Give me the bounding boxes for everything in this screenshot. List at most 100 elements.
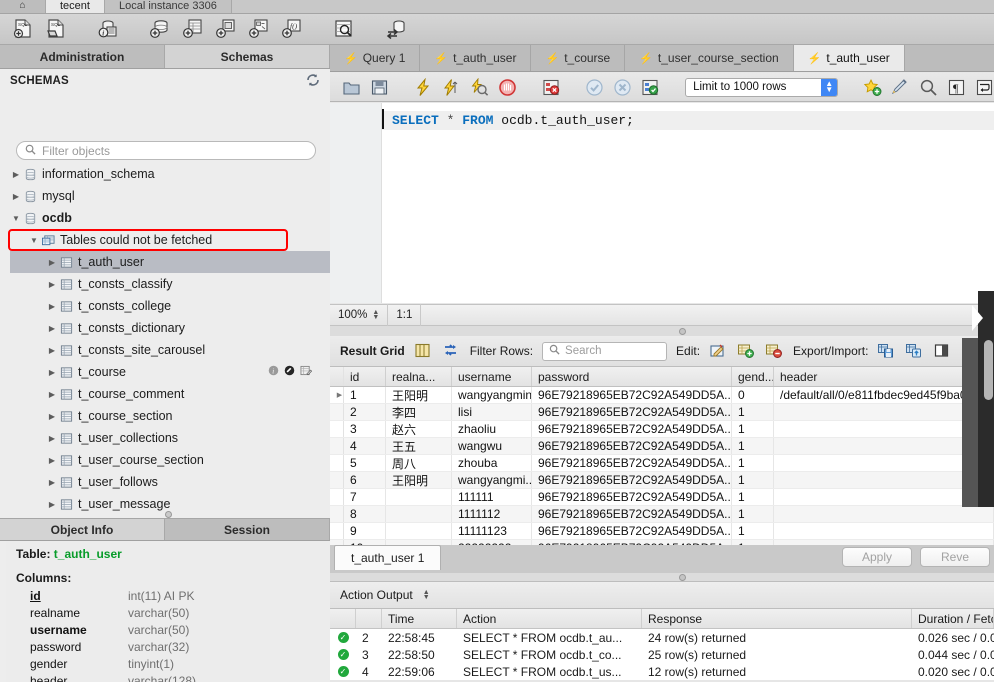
cell-password[interactable]: 96E79218965EB72C92A549DD5A... <box>532 472 732 488</box>
explain-icon[interactable] <box>470 77 489 97</box>
create-schema-icon[interactable] <box>149 18 171 40</box>
cell-password[interactable]: 96E79218965EB72C92A549DD5A... <box>532 489 732 505</box>
action-output-row[interactable]: ✓ 3 22:58:50 SELECT * FROM ocdb.t_co... 25 r… <box>330 646 994 663</box>
zoom-ratio[interactable]: 1:1 <box>388 304 422 326</box>
tab-object-info[interactable]: Object Info <box>0 519 165 540</box>
cell-realname[interactable]: 周八 <box>386 455 452 471</box>
connection-tab-local-instance[interactable]: Local instance 3306 <box>104 0 232 13</box>
tree-item-t-course[interactable]: ▶ t_course i <box>10 361 330 383</box>
schema-tree[interactable]: ▶ information_schema ▶ mysql ▼ ocdb ▼ Tables co… <box>10 163 330 511</box>
cell-realname[interactable]: 王阳明 <box>386 387 452 403</box>
create-procedure-icon[interactable] <box>248 18 270 40</box>
chevron-right-icon[interactable]: ▶ <box>46 434 58 443</box>
grid-view-icon[interactable] <box>414 342 433 361</box>
table-row[interactable]: 4 王五 wangwu 96E79218965EB72C92A549DD5A... 1 <box>330 438 994 455</box>
cell-realname[interactable] <box>386 523 452 539</box>
cell-id[interactable]: 5 <box>344 455 386 471</box>
cell-realname[interactable] <box>386 489 452 505</box>
cell-gender[interactable]: 0 <box>732 387 774 403</box>
cell-password[interactable]: 96E79218965EB72C92A549DD5A... <box>532 506 732 522</box>
connection-tab-tecent[interactable]: tecent <box>46 0 105 13</box>
cell-header[interactable] <box>774 472 994 488</box>
result-grid-scrollbar[interactable] <box>984 340 993 400</box>
tree-item-t-user-course-section[interactable]: ▶ t_user_course_section <box>10 449 330 471</box>
tree-item-t-consts-college[interactable]: ▶ t_consts_college <box>10 295 330 317</box>
tab-schemas[interactable]: Schemas <box>165 45 330 68</box>
execute-current-icon[interactable] <box>442 78 461 97</box>
refresh-icon[interactable] <box>306 73 320 90</box>
tree-item-t-course-comment[interactable]: ▶ t_course_comment <box>10 383 330 405</box>
cell-password[interactable]: 96E79218965EB72C92A549DD5A... <box>532 523 732 539</box>
cell-realname[interactable] <box>386 506 452 522</box>
revert-button[interactable]: Reve <box>920 547 990 567</box>
splitter-handle[interactable] <box>679 328 686 335</box>
apply-button[interactable]: Apply <box>842 547 912 567</box>
toggle-stop-on-error-icon[interactable] <box>542 78 561 97</box>
table-row[interactable]: ▶ 1 王阳明 wangyangming 96E79218965EB72C92A549D… <box>330 387 994 404</box>
cell-id[interactable]: 4 <box>344 438 386 454</box>
cell-header[interactable] <box>774 455 994 471</box>
table-row[interactable]: 9 11111123 96E79218965EB72C92A549DD5A... 1 <box>330 523 994 540</box>
chevron-right-icon[interactable]: ▶ <box>10 170 22 179</box>
tree-item-t-consts-site-carousel[interactable]: ▶ t_consts_site_carousel <box>10 339 330 361</box>
chevron-right-icon[interactable]: ▶ <box>46 456 58 465</box>
search-data-icon[interactable] <box>333 18 355 40</box>
toggle-panel-icon[interactable] <box>933 342 952 361</box>
column-header-username[interactable]: username <box>452 367 532 386</box>
cell-id[interactable]: 9 <box>344 523 386 539</box>
commit-icon[interactable] <box>585 78 604 97</box>
chevron-right-icon[interactable]: ▶ <box>46 390 58 399</box>
tree-item-ocdb[interactable]: ▼ ocdb <box>10 207 330 229</box>
cell-username[interactable]: 1111112 <box>452 506 532 522</box>
tree-item-t-consts-dictionary[interactable]: ▶ t_consts_dictionary <box>10 317 330 339</box>
cell-password[interactable]: 96E79218965EB72C92A549DD5A... <box>532 404 732 420</box>
find-icon[interactable] <box>919 78 938 97</box>
query-tab-t-user-course-section[interactable]: ⚡ t_user_course_section <box>625 45 794 71</box>
home-tab[interactable]: ⌂ <box>0 0 46 13</box>
cell-username[interactable]: 111111 <box>452 489 532 505</box>
table-row[interactable]: 5 周八 zhouba 96E79218965EB72C92A549DD5A... 1 <box>330 455 994 472</box>
new-sql-tab-icon[interactable]: SQL <box>12 18 34 40</box>
chevron-right-icon[interactable]: ▶ <box>46 346 58 355</box>
cell-username[interactable]: wangyangming <box>452 387 532 403</box>
cell-header[interactable] <box>774 404 994 420</box>
cell-password[interactable]: 96E79218965EB72C92A549DD5A... <box>532 421 732 437</box>
chevron-right-icon[interactable]: ▶ <box>46 478 58 487</box>
tree-item-t-user-follows[interactable]: ▶ t_user_follows <box>10 471 330 493</box>
tree-item-information-schema[interactable]: ▶ information_schema <box>10 163 330 185</box>
cell-username[interactable]: zhouba <box>452 455 532 471</box>
cell-gender[interactable]: 1 <box>732 455 774 471</box>
tree-item-t-consts-classify[interactable]: ▶ t_consts_classify <box>10 273 330 295</box>
sidebar-splitter-handle[interactable] <box>165 511 172 518</box>
table-edit-icon[interactable] <box>300 365 313 379</box>
delete-row-icon[interactable] <box>765 342 784 361</box>
insert-row-icon[interactable] <box>737 342 756 361</box>
query-tab-query-1[interactable]: ⚡ Query 1 <box>330 45 421 71</box>
open-sql-script-icon[interactable]: SQL <box>45 18 67 40</box>
tab-session[interactable]: Session <box>165 519 330 540</box>
row-limit-select[interactable]: Limit to 1000 rows ▲ ▼ <box>685 77 839 97</box>
table-row[interactable]: 6 王阳明 wangyangmi... 96E79218965EB72C92A549D… <box>330 472 994 489</box>
cell-gender[interactable]: 1 <box>732 421 774 437</box>
cell-id[interactable]: 6 <box>344 472 386 488</box>
tree-item-t-course-section[interactable]: ▶ t_course_section <box>10 405 330 427</box>
tab-administration[interactable]: Administration <box>0 45 165 68</box>
table-row[interactable]: 8 1111112 96E79218965EB72C92A549DD5A... 1 <box>330 506 994 523</box>
chevron-right-icon[interactable]: ▶ <box>46 500 58 509</box>
column-header-realname[interactable]: realna... <box>386 367 452 386</box>
query-tab-t-auth-user[interactable]: ⚡ t_auth_user <box>793 45 905 71</box>
execute-icon[interactable] <box>414 77 433 97</box>
chevron-right-icon[interactable]: ▶ <box>46 412 58 421</box>
cell-header[interactable] <box>774 438 994 454</box>
column-header-id[interactable]: id <box>344 367 386 386</box>
rollback-icon[interactable] <box>613 78 632 97</box>
cell-password[interactable]: 96E79218965EB72C92A549DD5A... <box>532 387 732 403</box>
import-recordset-icon[interactable] <box>905 342 924 361</box>
cell-header[interactable]: /default/all/0/e811fbdec9ed45f9ba07fd806… <box>774 387 994 403</box>
tree-item-t-user-message[interactable]: ▶ t_user_message <box>10 493 330 511</box>
autocommit-icon[interactable] <box>641 78 660 97</box>
cell-gender[interactable]: 1 <box>732 506 774 522</box>
open-script-icon[interactable] <box>342 78 361 97</box>
info-icon[interactable]: i <box>268 365 279 379</box>
query-tab-t-course[interactable]: ⚡ t_course <box>531 45 626 71</box>
